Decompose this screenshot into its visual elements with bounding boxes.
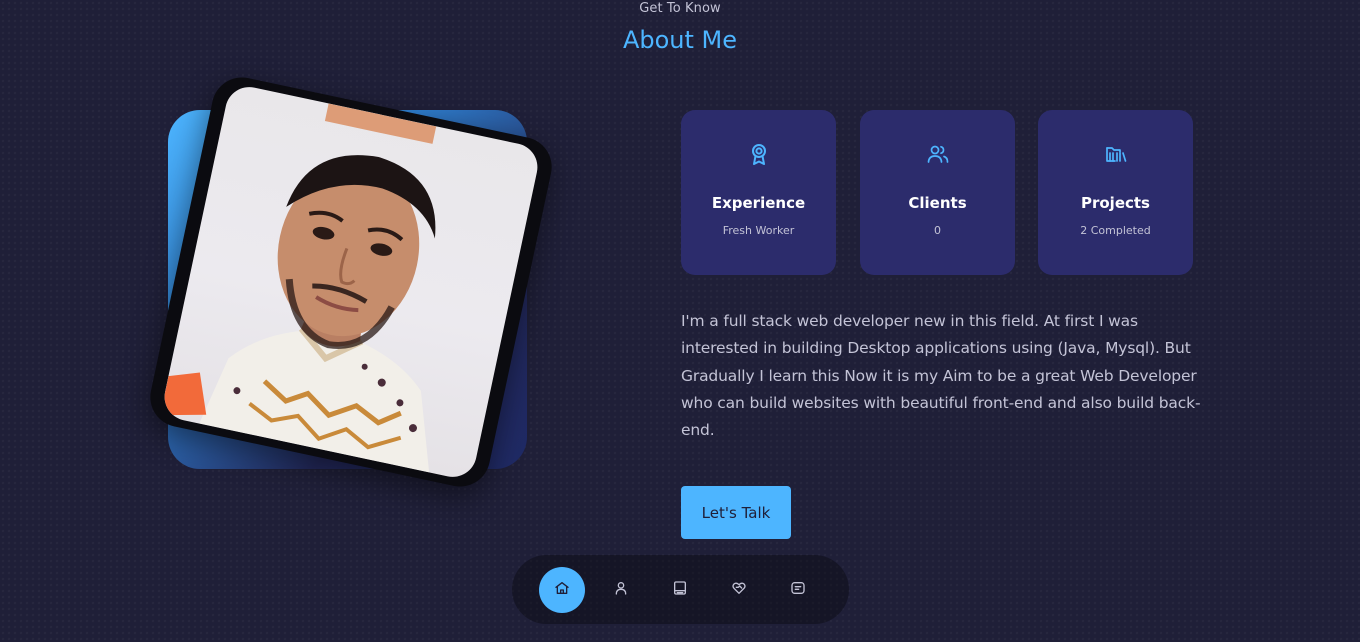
section-title: About Me [622, 26, 738, 54]
card-value: Fresh Worker [722, 224, 795, 237]
nav-experience[interactable] [657, 567, 703, 613]
about-cards: Experience Fresh Worker Clients 0 Projec… [681, 110, 1193, 275]
service-heart-icon [731, 580, 747, 600]
lets-talk-button[interactable]: Let's Talk [681, 486, 791, 539]
book-icon [672, 580, 688, 600]
message-icon [790, 580, 806, 600]
profile-photo-image [160, 82, 542, 482]
card-title: Clients [908, 194, 967, 212]
nav-about[interactable] [598, 567, 644, 613]
folder-library-icon [1038, 142, 1193, 168]
card-value: 2 Completed [1080, 224, 1151, 237]
card-projects: Projects 2 Completed [1038, 110, 1193, 275]
nav-contact[interactable] [775, 567, 821, 613]
card-title: Projects [1080, 194, 1150, 212]
bottom-nav [512, 555, 849, 624]
about-description: I'm a full stack web developer new in th… [681, 312, 1201, 440]
profile-photo [144, 71, 558, 493]
nav-services[interactable] [716, 567, 762, 613]
home-icon [554, 580, 570, 600]
award-icon [681, 142, 836, 168]
card-value: 0 [934, 224, 941, 237]
card-title: Experience [711, 194, 806, 212]
card-clients: Clients 0 [860, 110, 1015, 275]
user-icon [613, 580, 629, 600]
users-icon [860, 142, 1015, 168]
nav-home[interactable] [539, 567, 585, 613]
card-experience: Experience Fresh Worker [681, 110, 836, 275]
section-subtitle: Get To Know [639, 1, 721, 16]
